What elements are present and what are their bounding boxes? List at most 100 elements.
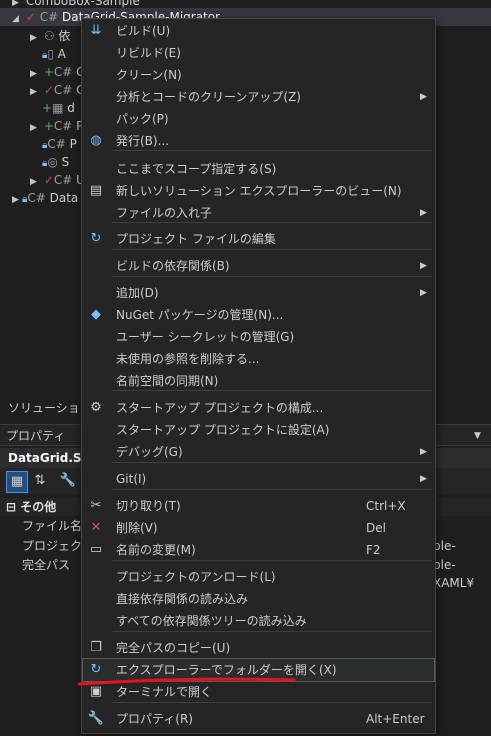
scissors-icon: ✂ bbox=[90, 498, 102, 513]
build-icon: ⇊ bbox=[90, 23, 102, 38]
tree-item[interactable]: ▶ +C# C bbox=[30, 63, 85, 81]
menu-item-10[interactable]: ビルドの依存関係(B) ▶ bbox=[83, 255, 434, 277]
menu-item-1[interactable]: リビルド(E) bbox=[83, 42, 434, 64]
expand-arrow-icon[interactable]: ▶ bbox=[12, 191, 22, 209]
csharp-file-icon: C# bbox=[53, 83, 73, 97]
collapse-arrow-icon[interactable]: ◢ bbox=[12, 10, 22, 28]
tree-item-label: ComboBox-Sample bbox=[25, 0, 140, 8]
menu-item-22[interactable]: ▭ 名前の変更(M) F2 bbox=[83, 539, 434, 561]
tree-item[interactable]: ▶ ⚇ 依 bbox=[30, 27, 70, 45]
collapse-box-icon[interactable]: ⊟ bbox=[6, 500, 16, 514]
menu-item-24[interactable]: 直接依存関係の読み込み bbox=[83, 588, 434, 610]
menu-item-shortcut: Ctrl+X bbox=[366, 499, 406, 513]
expand-arrow-icon[interactable]: ▶ bbox=[30, 83, 40, 101]
menu-item-label: 未使用の参照を削除する... bbox=[116, 352, 260, 366]
rename-icon: ▭ bbox=[89, 542, 103, 557]
menu-item-label: スタートアップ プロジェクトの構成... bbox=[116, 401, 324, 415]
menu-item-label: ビルドの依存関係(B) bbox=[116, 259, 230, 273]
menu-item-19[interactable]: Git(I) ▶ bbox=[83, 468, 434, 490]
menu-item-label: ファイルの入れ子 bbox=[116, 206, 213, 220]
menu-item-15[interactable]: 名前空間の同期(N) bbox=[83, 370, 434, 392]
menu-item-label: プロジェクトのアンロード(L) bbox=[116, 570, 276, 584]
menu-item-12[interactable]: ◆ NuGet パッケージの管理(N)... bbox=[83, 304, 434, 326]
menu-item-7[interactable]: ▤ 新しいソリューション エクスプローラーのビュー(N) bbox=[83, 180, 434, 202]
menu-item-label: 削除(V) bbox=[116, 521, 158, 535]
menu-item-label: 完全パスのコピー(U) bbox=[116, 641, 231, 655]
menu-item-9[interactable]: ↻ プロジェクト ファイルの編集 bbox=[83, 228, 434, 250]
context-menu: ⇊ ビルド(U) リビルド(E) クリーン(N) 分析とコードのクリーンアップ(Z) ▶ パ… bbox=[81, 18, 436, 734]
property-name: ファイル名 bbox=[22, 519, 83, 533]
menu-item-20[interactable]: ✂ 切り取り(T) Ctrl+X bbox=[83, 495, 434, 517]
menu-item-label: Git(I) bbox=[116, 472, 147, 486]
delete-icon: ✕ bbox=[90, 520, 102, 535]
menu-item-14[interactable]: 未使用の参照を削除する... bbox=[83, 348, 434, 370]
settings-file-icon: ◎ bbox=[47, 155, 58, 169]
expand-arrow-icon[interactable]: ▶ bbox=[30, 119, 40, 137]
category-label: その他 bbox=[20, 500, 57, 514]
menu-item-label: スタートアップ プロジェクトに設定(A) bbox=[116, 423, 330, 437]
tree-item[interactable]: ▶ +C# P bbox=[30, 117, 83, 135]
dependencies-icon: ⚇ bbox=[43, 29, 55, 43]
menu-item-label: 発行(B)... bbox=[116, 134, 170, 148]
menu-item-21[interactable]: ✕ 削除(V) Del bbox=[83, 517, 434, 539]
menu-item-label: 切り取り(T) bbox=[116, 499, 181, 513]
checkmark-icon: ✓ bbox=[43, 83, 54, 97]
submenu-arrow-icon: ▶ bbox=[420, 447, 427, 457]
menu-item-label: 名前空間の同期(N) bbox=[116, 374, 219, 388]
checkmark-icon: ✓ bbox=[25, 10, 36, 24]
tree-item[interactable]: +▦ d bbox=[42, 99, 75, 117]
menu-item-shortcut: Del bbox=[366, 521, 386, 535]
menu-item-26[interactable]: ❐ 完全パスのコピー(U) bbox=[83, 637, 434, 659]
csharp-file-icon: C# bbox=[53, 119, 73, 133]
expand-arrow-icon[interactable]: ▶ bbox=[30, 29, 40, 47]
alphabetical-sort-icon[interactable]: ⇅ bbox=[30, 471, 50, 491]
globe-icon: ◍ bbox=[90, 133, 102, 148]
menu-item-label: 直接依存関係の読み込み bbox=[116, 592, 249, 606]
menu-item-label: 新しいソリューション エクスプローラーのビュー(N) bbox=[116, 184, 402, 198]
property-name: 完全パス bbox=[22, 558, 71, 572]
menu-item-29[interactable]: 🔧 プロパティ(R) Alt+Enter bbox=[83, 708, 434, 730]
csharp-file-icon: C# bbox=[53, 65, 73, 79]
submenu-arrow-icon: ▶ bbox=[420, 474, 427, 484]
menu-item-0[interactable]: ⇊ ビルド(U) bbox=[83, 20, 434, 42]
csharp-file-icon: C# bbox=[53, 173, 73, 187]
menu-item-label: すべての依存関係ツリーの読み込み bbox=[116, 614, 307, 628]
submenu-arrow-icon: ▶ bbox=[420, 261, 427, 271]
menu-item-4[interactable]: パック(P) bbox=[83, 108, 434, 130]
submenu-arrow-icon: ▶ bbox=[420, 288, 427, 298]
menu-item-6[interactable]: ここまでスコープ指定する(S) bbox=[83, 158, 434, 180]
submenu-arrow-icon: ▶ bbox=[420, 208, 427, 218]
tree-item-label: d bbox=[67, 101, 75, 115]
tree-item[interactable]: ▶ ✓C# U bbox=[30, 171, 85, 189]
tree-item[interactable]: 🔒︎▯ A bbox=[42, 45, 66, 63]
menu-item-8[interactable]: ファイルの入れ子 ▶ bbox=[83, 202, 434, 224]
tree-item[interactable]: ▶ 🔒︎C# Data bbox=[12, 189, 78, 207]
categorized-view-icon[interactable]: ▦ bbox=[6, 471, 28, 493]
menu-item-25[interactable]: すべての依存関係ツリーの読み込み bbox=[83, 610, 434, 632]
menu-item-2[interactable]: クリーン(N) bbox=[83, 64, 434, 86]
menu-item-label: ユーザー シークレットの管理(G) bbox=[116, 330, 295, 344]
menu-item-16[interactable]: ⚙ スタートアップ プロジェクトの構成... bbox=[83, 397, 434, 419]
menu-item-23[interactable]: プロジェクトのアンロード(L) bbox=[83, 566, 434, 588]
edit-project-icon: ↻ bbox=[90, 231, 102, 246]
csharp-project-icon: C# bbox=[27, 191, 46, 205]
wrench-icon: 🔧 bbox=[87, 711, 105, 726]
tree-item-label: P bbox=[69, 137, 77, 151]
tree-item[interactable]: 🔒︎C# P bbox=[42, 135, 77, 153]
menu-item-label: リビルド(E) bbox=[116, 46, 181, 60]
menu-item-5[interactable]: ◍ 発行(B)... bbox=[83, 130, 434, 152]
menu-item-13[interactable]: ユーザー シークレットの管理(G) bbox=[83, 326, 434, 348]
menu-item-17[interactable]: スタートアップ プロジェクトに設定(A) bbox=[83, 419, 434, 441]
menu-item-shortcut: Alt+Enter bbox=[366, 712, 425, 726]
dropdown-arrow-icon[interactable]: ▼ bbox=[474, 425, 481, 447]
menu-item-label: ビルド(U) bbox=[116, 24, 171, 38]
tree-item[interactable]: ▶ ✓C# C bbox=[30, 81, 85, 99]
menu-item-18[interactable]: デバッグ(G) ▶ bbox=[83, 441, 434, 463]
plus-icon: + bbox=[43, 119, 54, 133]
menu-item-label: 分析とコードのクリーンアップ(Z) bbox=[116, 90, 301, 104]
menu-item-3[interactable]: 分析とコードのクリーンアップ(Z) ▶ bbox=[83, 86, 434, 108]
plus-icon: + bbox=[43, 65, 54, 79]
menu-item-11[interactable]: 追加(D) ▶ bbox=[83, 282, 434, 304]
tree-item[interactable]: 🔒︎◎ S bbox=[42, 153, 69, 171]
property-pages-wrench-icon[interactable]: 🔧 bbox=[58, 471, 78, 491]
